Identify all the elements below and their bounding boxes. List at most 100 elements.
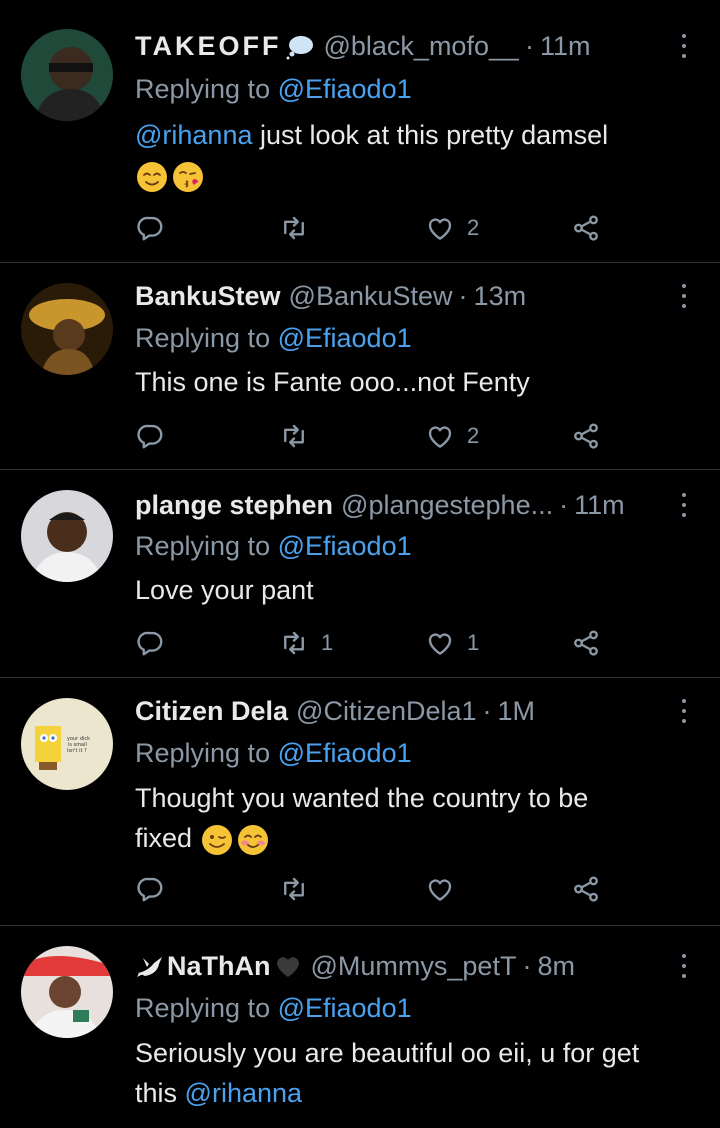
display-name[interactable]: NaThAn [167, 948, 271, 984]
kissing-face-icon [171, 160, 205, 194]
separator-dot: · [559, 490, 569, 520]
replying-to: Replying to @Efiaodo1 [135, 990, 412, 1026]
like-button[interactable]: 2 [425, 212, 479, 244]
tweet-actions: 1 1 [135, 627, 615, 659]
more-options-icon[interactable] [676, 282, 692, 310]
timestamp[interactable]: 11m [574, 487, 625, 523]
like-button[interactable]: 1 [425, 627, 479, 659]
display-name[interactable]: BankuStew [135, 278, 281, 314]
more-options-icon[interactable] [676, 32, 692, 60]
dove-icon [135, 951, 165, 981]
tweet-text-line: fixed [135, 823, 193, 853]
relieved-face-icon [135, 160, 169, 194]
tweet[interactable]: plange stephen @plangestephe... · 11m Re… [0, 470, 720, 678]
tweet[interactable]: NaThAn @Mummys_petT · 8m Replying to @Ef… [0, 926, 720, 1128]
timestamp[interactable]: 13m [474, 278, 527, 314]
tweet-text-line: this [135, 1078, 178, 1108]
user-handle[interactable]: @plangestephe... [341, 487, 553, 523]
tweet-text: @rihanna just look at this pretty damsel [135, 115, 700, 195]
replying-to: Replying to @Efiaodo1 [135, 71, 412, 107]
more-options-icon[interactable] [676, 697, 692, 725]
timestamp[interactable]: 11m [540, 28, 591, 64]
share-icon [571, 628, 601, 658]
tweet-text: Seriously you are beautiful oo eii, u fo… [135, 1033, 700, 1113]
reply-icon [135, 421, 165, 451]
share-button[interactable] [571, 420, 601, 452]
timestamp[interactable]: 1M [498, 693, 536, 729]
avatar[interactable] [21, 490, 113, 582]
share-button[interactable] [571, 627, 601, 659]
black-heart-icon [273, 951, 303, 981]
replying-to-mention[interactable]: @Efiaodo1 [278, 74, 412, 104]
user-handle[interactable]: @BankuStew [289, 278, 453, 314]
replying-to-mention[interactable]: @Efiaodo1 [278, 738, 412, 768]
replying-to-prefix: Replying to [135, 531, 271, 561]
retweet-count: 1 [321, 630, 334, 655]
replying-to-mention[interactable]: @Efiaodo1 [278, 323, 412, 353]
like-button[interactable]: 2 [425, 420, 479, 452]
replying-to: Replying to @Efiaodo1 [135, 320, 412, 356]
more-options-icon[interactable] [676, 491, 692, 519]
mention-link[interactable]: @rihanna [185, 1078, 302, 1108]
retweet-button[interactable]: 1 [279, 627, 333, 659]
tweet-text-content: This one is Fante ooo...not Fenty [135, 367, 530, 397]
tweet[interactable]: your dick is small isn't it ? Citizen Dela… [0, 678, 720, 926]
avatar[interactable] [21, 946, 113, 1038]
reply-icon [135, 213, 165, 243]
like-button[interactable] [425, 873, 467, 905]
reply-icon [135, 874, 165, 904]
replying-to-mention[interactable]: @Efiaodo1 [278, 993, 412, 1023]
user-handle[interactable]: @black_mofo__ [323, 28, 519, 64]
replying-to-mention[interactable]: @Efiaodo1 [278, 531, 412, 561]
like-count: 1 [467, 630, 480, 655]
avatar[interactable] [21, 29, 113, 121]
share-button[interactable] [571, 212, 601, 244]
replying-to: Replying to @Efiaodo1 [135, 528, 412, 564]
tweet-header: Citizen Dela @CitizenDela1 · 1M [135, 693, 664, 729]
share-icon [571, 213, 601, 243]
user-handle[interactable]: @Mummys_petT [311, 948, 517, 984]
retweet-button[interactable] [279, 212, 321, 244]
reply-button[interactable] [135, 420, 177, 452]
reply-button[interactable] [135, 212, 177, 244]
more-options-icon[interactable] [676, 952, 692, 980]
like-count: 2 [467, 215, 480, 240]
tweet-header: BankuStew @BankuStew · 13m [135, 278, 664, 314]
share-button[interactable] [571, 873, 601, 905]
tweet-text-content: just look at this pretty damsel [260, 120, 609, 150]
user-handle[interactable]: @CitizenDela1 [296, 693, 476, 729]
tweet-text-line: Thought you wanted the country to be [135, 783, 589, 813]
separator-dot: · [482, 696, 492, 726]
timestamp[interactable]: 8m [537, 948, 575, 984]
reply-button[interactable] [135, 627, 177, 659]
reply-button[interactable] [135, 873, 177, 905]
tweet[interactable]: BankuStew @BankuStew · 13m Replying to @… [0, 263, 720, 470]
tweet-text: Love your pant [135, 570, 700, 610]
separator-dot: · [522, 951, 532, 981]
replying-to: Replying to @Efiaodo1 [135, 735, 412, 771]
tweet-actions [135, 873, 615, 905]
tweet[interactable]: TAKEOFF @black_mofo__ · 11m Replying to … [0, 0, 720, 263]
avatar[interactable] [21, 283, 113, 375]
retweet-icon [279, 628, 309, 658]
display-name[interactable]: plange stephen [135, 487, 333, 523]
reply-icon [135, 628, 165, 658]
avatar[interactable]: your dick is small isn't it ? [21, 698, 113, 790]
like-icon [425, 874, 455, 904]
display-name[interactable]: TAKEOFF [135, 28, 281, 64]
tweet-header: TAKEOFF @black_mofo__ · 11m [135, 28, 664, 64]
tweet-text: Thought you wanted the country to be fix… [135, 778, 700, 858]
retweet-icon [279, 213, 309, 243]
tweet-actions: 2 [135, 212, 615, 244]
share-icon [571, 421, 601, 451]
retweet-icon [279, 421, 309, 451]
smiling-blush-face-icon [236, 823, 270, 857]
retweet-button[interactable] [279, 420, 321, 452]
mention-link[interactable]: @rihanna [135, 120, 252, 150]
retweet-button[interactable] [279, 873, 321, 905]
tweet-text: This one is Fante ooo...not Fenty [135, 362, 700, 402]
reply-feed: TAKEOFF @black_mofo__ · 11m Replying to … [0, 0, 720, 1128]
tweet-text-content: Love your pant [135, 575, 314, 605]
replying-to-prefix: Replying to [135, 74, 271, 104]
display-name[interactable]: Citizen Dela [135, 693, 288, 729]
